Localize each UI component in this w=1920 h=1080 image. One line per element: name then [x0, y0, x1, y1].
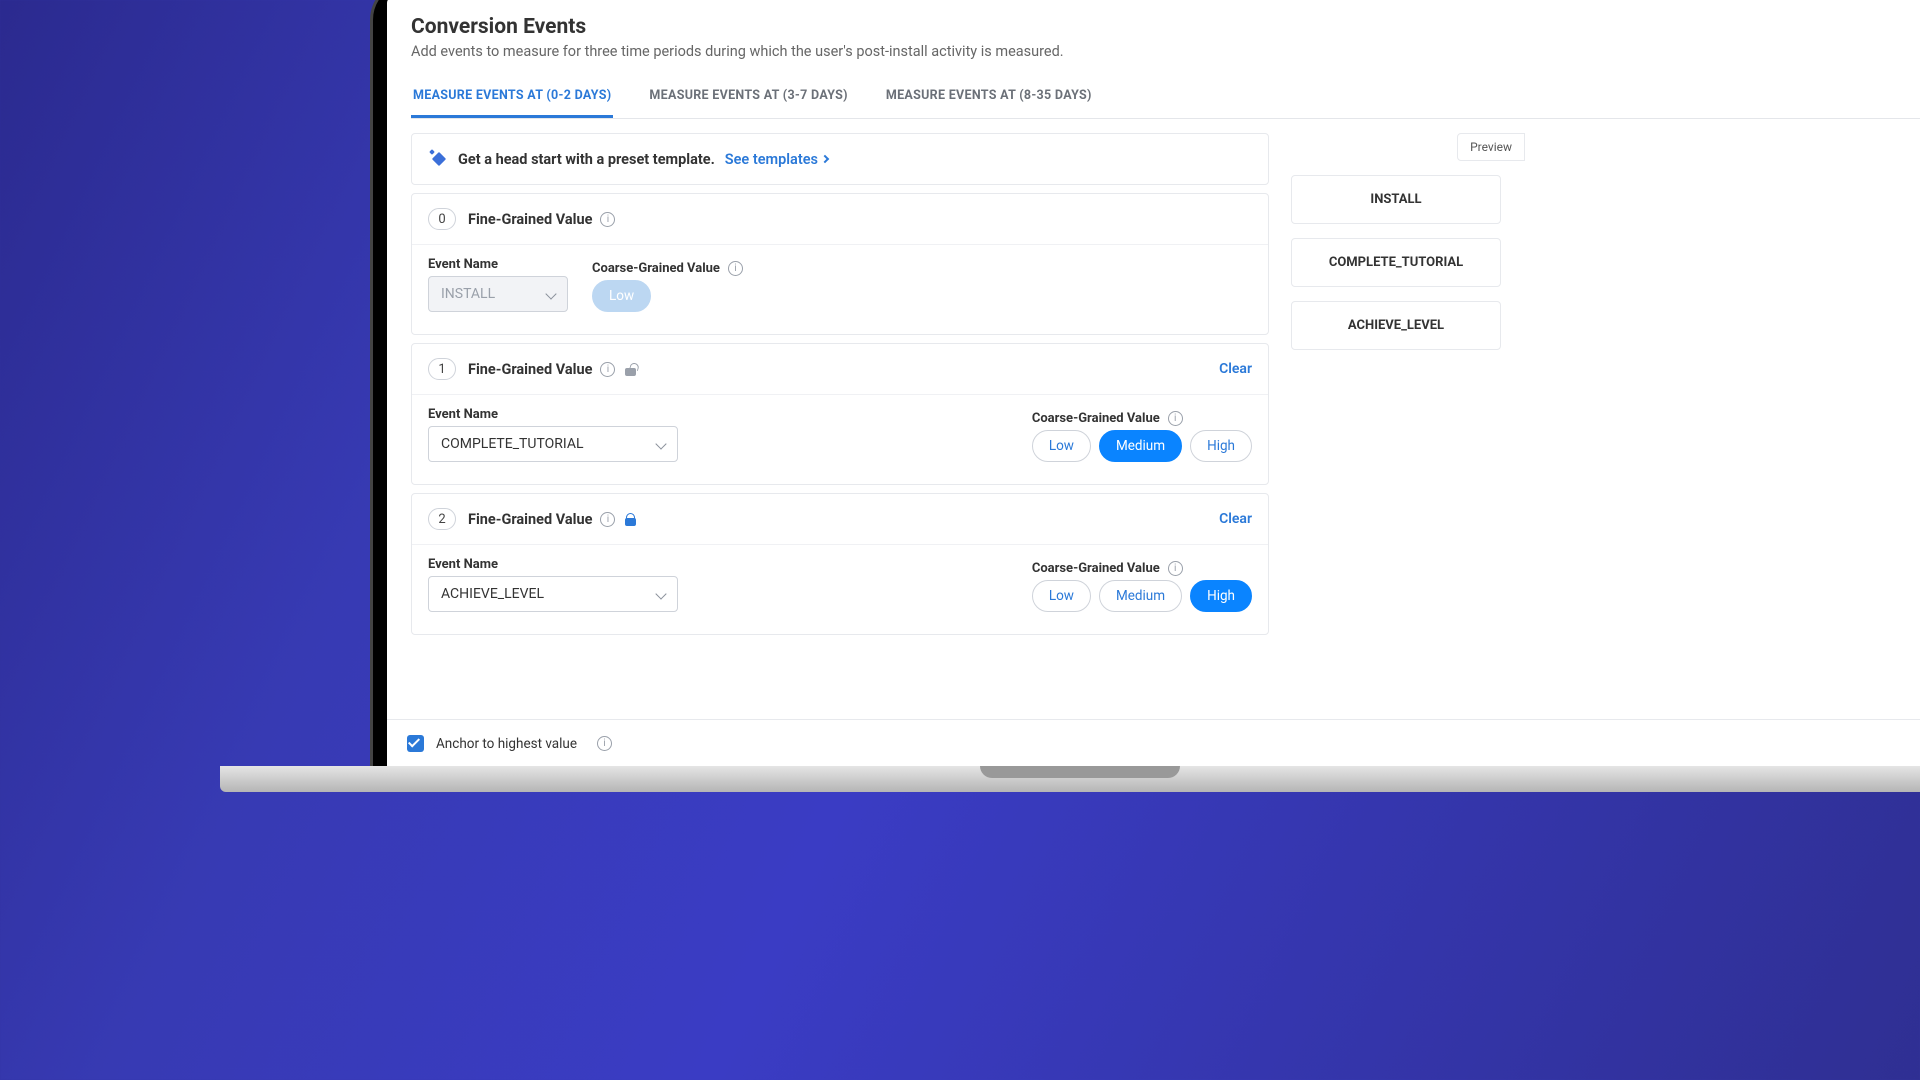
lock-open-icon[interactable]: [625, 363, 638, 376]
page-title: Conversion Events: [411, 15, 1920, 39]
page: Conversion Events Add events to measure …: [387, 0, 1920, 767]
coarse-label: Coarse-Grained Value: [592, 261, 720, 276]
lock-icon[interactable]: [625, 513, 638, 526]
coarse-medium-2[interactable]: Medium: [1099, 580, 1182, 612]
coarse-low-0: Low: [592, 280, 651, 312]
tab-3-7-days[interactable]: MEASURE EVENTS AT (3-7 DAYS): [647, 78, 849, 118]
event-name-label: Event Name: [428, 257, 568, 272]
coarse-label: Coarse-Grained Value: [1032, 561, 1160, 576]
coarse-medium-1[interactable]: Medium: [1099, 430, 1182, 462]
preview-tag: Preview: [1457, 133, 1525, 161]
footer: Anchor to highest value i Restore Previo…: [387, 719, 1920, 767]
row-index-2: 2: [428, 508, 456, 530]
event-name-value-2: ACHIEVE_LEVEL: [441, 586, 544, 602]
info-icon[interactable]: i: [597, 736, 612, 751]
screen: Conversion Events Add events to measure …: [387, 0, 1920, 767]
event-name-select-2[interactable]: ACHIEVE_LEVEL: [428, 576, 678, 612]
fine-grained-row-2: 2 Fine-Grained Value i Clear Event Name …: [411, 493, 1269, 635]
fine-grained-row-0: 0 Fine-Grained Value i Event Name INSTAL…: [411, 193, 1269, 335]
info-icon[interactable]: i: [728, 261, 743, 276]
row-index-1: 1: [428, 358, 456, 380]
chevron-down-icon: [655, 588, 666, 599]
clear-button-1[interactable]: Clear: [1219, 361, 1252, 377]
tabs: MEASURE EVENTS AT (0-2 DAYS) MEASURE EVE…: [411, 78, 1920, 119]
page-subtitle: Add events to measure for three time per…: [411, 43, 1920, 60]
fine-grained-row-1: 1 Fine-Grained Value i Clear Event Name …: [411, 343, 1269, 485]
info-icon[interactable]: i: [1168, 561, 1183, 576]
event-name-select-0: INSTALL: [428, 276, 568, 312]
event-name-label: Event Name: [428, 407, 678, 422]
clear-button-2[interactable]: Clear: [1219, 511, 1252, 527]
info-icon[interactable]: i: [1168, 411, 1183, 426]
coarse-low-2[interactable]: Low: [1032, 580, 1091, 612]
anchor-checkbox[interactable]: [407, 735, 424, 752]
event-name-select-1[interactable]: COMPLETE_TUTORIAL: [428, 426, 678, 462]
anchor-label: Anchor to highest value: [436, 736, 577, 752]
see-templates-label: See templates: [725, 151, 818, 168]
event-name-value-0: INSTALL: [441, 286, 495, 302]
laptop-hinge: [220, 766, 1920, 792]
see-templates-link[interactable]: See templates: [725, 151, 828, 168]
coarse-low-1[interactable]: Low: [1032, 430, 1091, 462]
preview-column: Preview INSTALL COMPLETE_TUTORIAL ACHIEV…: [1291, 133, 1501, 693]
info-icon[interactable]: i: [600, 512, 615, 527]
chevron-down-icon: [545, 288, 556, 299]
laptop-frame: Conversion Events Add events to measure …: [370, 0, 1920, 770]
preset-banner: Get a head start with a preset template.…: [411, 133, 1269, 185]
preview-item-achieve-level: ACHIEVE_LEVEL: [1292, 302, 1500, 349]
laptop-notch: [980, 766, 1180, 778]
info-icon[interactable]: i: [600, 212, 615, 227]
row-index-0: 0: [428, 208, 456, 230]
event-name-value-1: COMPLETE_TUTORIAL: [441, 436, 584, 452]
tab-0-2-days[interactable]: MEASURE EVENTS AT (0-2 DAYS): [411, 78, 613, 118]
coarse-high-2[interactable]: High: [1190, 580, 1252, 612]
coarse-label: Coarse-Grained Value: [1032, 411, 1160, 426]
preset-text: Get a head start with a preset template.: [458, 151, 715, 168]
preview-item-complete-tutorial: COMPLETE_TUTORIAL: [1292, 239, 1500, 286]
row-title-1: Fine-Grained Value: [468, 361, 592, 378]
chevron-down-icon: [655, 438, 666, 449]
info-icon[interactable]: i: [600, 362, 615, 377]
row-title-2: Fine-Grained Value: [468, 511, 592, 528]
event-name-label: Event Name: [428, 557, 678, 572]
coarse-high-1[interactable]: High: [1190, 430, 1252, 462]
sparkle-icon: [430, 150, 448, 168]
tab-8-35-days[interactable]: MEASURE EVENTS AT (8-35 DAYS): [884, 78, 1094, 118]
row-title-0: Fine-Grained Value: [468, 211, 592, 228]
chevron-right-icon: [821, 155, 829, 163]
preview-item-install: INSTALL: [1292, 176, 1500, 223]
